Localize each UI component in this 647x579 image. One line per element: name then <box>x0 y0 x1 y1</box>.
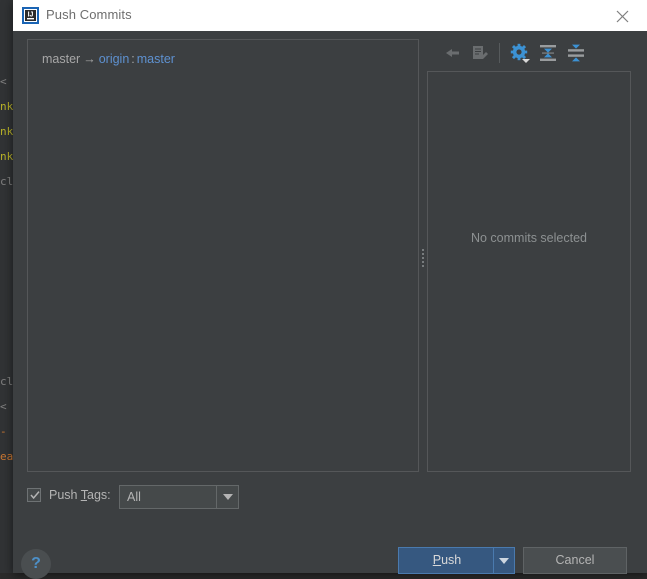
svg-text:IJ: IJ <box>28 12 34 19</box>
edit-commit-icon-button[interactable] <box>469 42 491 64</box>
push-tags-selected-value: All <box>127 490 141 504</box>
push-label-mnemonic: P <box>432 553 442 567</box>
expand-all-icon-button[interactable] <box>565 42 587 64</box>
local-branch-label: master <box>42 52 81 66</box>
remote-branch-label[interactable]: master <box>137 52 175 66</box>
branch-separator: : <box>131 52 135 66</box>
branch-route-row[interactable]: master → origin: master <box>42 52 175 66</box>
push-tags-label-before: Push <box>49 488 81 502</box>
push-button-label: Push <box>399 553 495 567</box>
commit-details-panel: No commits selected <box>427 71 631 472</box>
close-button[interactable] <box>604 0 642 31</box>
chevron-down-icon <box>223 494 233 500</box>
cancel-button-label: Cancel <box>555 553 595 567</box>
commit-tree-panel[interactable]: master → origin: master <box>27 39 419 472</box>
push-tags-label-after: ags: <box>87 488 111 502</box>
commit-toolbar <box>427 39 631 67</box>
dialog-title: Push Commits <box>46 7 132 22</box>
editor-code-line: ea <box>0 450 14 463</box>
editor-code-line: nk <box>0 125 14 138</box>
settings-gear-icon <box>510 43 530 63</box>
editor-code-line: < <box>0 400 7 413</box>
edit-commit-icon <box>473 46 488 59</box>
intellij-logo-icon: IJ <box>22 7 39 24</box>
checkmark-icon <box>30 491 40 500</box>
revert-arrow-icon <box>446 49 459 57</box>
panel-splitter[interactable] <box>419 39 427 472</box>
push-tags-dropdown-toggle[interactable] <box>216 486 238 508</box>
collapse-all-icon-button[interactable] <box>537 42 559 64</box>
editor-code-line: - <box>0 425 7 438</box>
no-commits-selected-message: No commits selected <box>470 231 587 245</box>
revert-arrow-icon-button[interactable] <box>441 42 463 64</box>
dialog-body: master → origin: master No commits selected… <box>13 31 647 579</box>
question-mark-icon: ? <box>31 555 41 572</box>
editor-code-line: < <box>0 75 7 88</box>
collapse-all-icon <box>540 45 556 61</box>
help-button[interactable]: ? <box>21 549 51 579</box>
push-tags-checkbox[interactable] <box>27 488 41 502</box>
push-dropdown-toggle[interactable] <box>493 548 514 573</box>
splitter-grip-dots <box>421 247 425 271</box>
editor-code-line: nk <box>0 150 14 163</box>
close-icon <box>616 10 629 23</box>
push-commits-dialog: IJ Push Commits master → origin: master… <box>13 0 647 579</box>
chevron-down-icon <box>499 558 509 564</box>
remote-name-label[interactable]: origin <box>99 52 130 66</box>
editor-code-line: nk <box>0 100 14 113</box>
branch-arrow-icon: → <box>83 52 96 66</box>
editor-code-line: cl <box>0 175 14 188</box>
push-tags-select[interactable]: All <box>119 485 239 509</box>
push-label-after: ush <box>441 553 462 567</box>
settings-gear-icon-button[interactable] <box>509 42 531 64</box>
push-button[interactable]: Push <box>398 547 515 574</box>
editor-code-line: cl <box>0 375 14 388</box>
toolbar-separator <box>499 43 500 63</box>
cancel-button[interactable]: Cancel <box>523 547 627 574</box>
expand-all-icon <box>568 44 584 62</box>
push-tags-label: Push Tags: <box>49 488 111 502</box>
dialog-titlebar: IJ Push Commits <box>13 0 647 32</box>
